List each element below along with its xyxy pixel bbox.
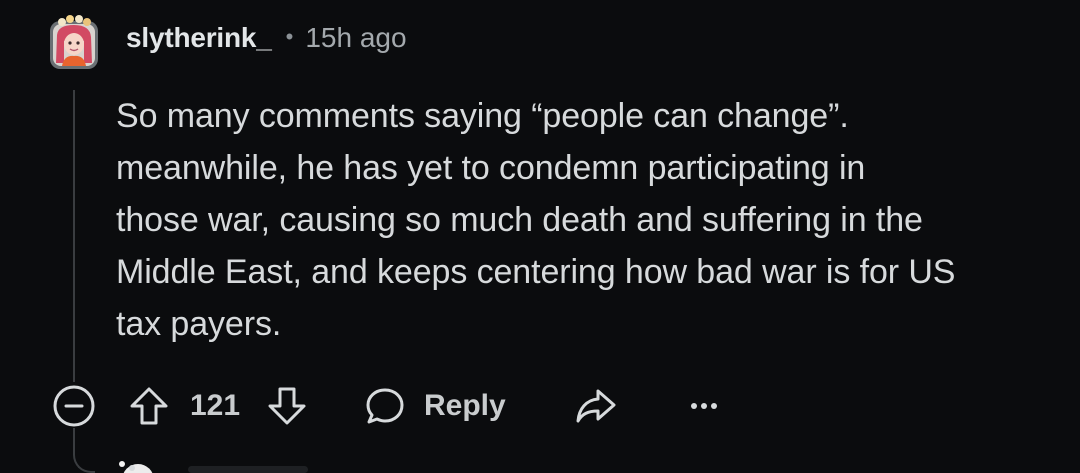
avatar-icon: [119, 461, 153, 473]
timestamp: 15h ago: [305, 22, 407, 53]
avatar-icon: [50, 15, 98, 69]
user-avatar[interactable]: [48, 13, 100, 71]
more-options-icon: [691, 403, 717, 409]
reply-label: Reply: [424, 389, 506, 422]
speech-bubble-icon: [366, 388, 404, 424]
username[interactable]: slytherink_: [126, 22, 272, 54]
thread-line[interactable]: [73, 90, 75, 382]
vote-count: 121: [190, 389, 241, 422]
upvote-arrow-icon: [130, 387, 168, 425]
share-button[interactable]: [574, 380, 618, 432]
next-reply-avatar[interactable]: [112, 456, 162, 473]
reply-button[interactable]: Reply: [364, 380, 506, 432]
downvote-arrow-icon: [268, 387, 306, 425]
collapse-minus-icon: [53, 385, 95, 427]
comment-card: slytherink_ • 15h ago So many comments s…: [0, 0, 1080, 473]
next-reply-header: [188, 466, 308, 473]
collapse-button[interactable]: [52, 380, 96, 432]
upvote-button[interactable]: [128, 380, 170, 432]
reply-thread-connector: [73, 428, 95, 473]
comment-header: slytherink_ • 15h ago: [126, 22, 407, 54]
more-options-button[interactable]: [688, 380, 720, 432]
comment-body: So many comments saying “people can chan…: [116, 97, 956, 343]
share-arrow-icon: [576, 389, 616, 423]
separator-dot: •: [285, 24, 294, 49]
action-bar: 121 Reply: [0, 380, 1080, 432]
downvote-button[interactable]: [266, 380, 308, 432]
